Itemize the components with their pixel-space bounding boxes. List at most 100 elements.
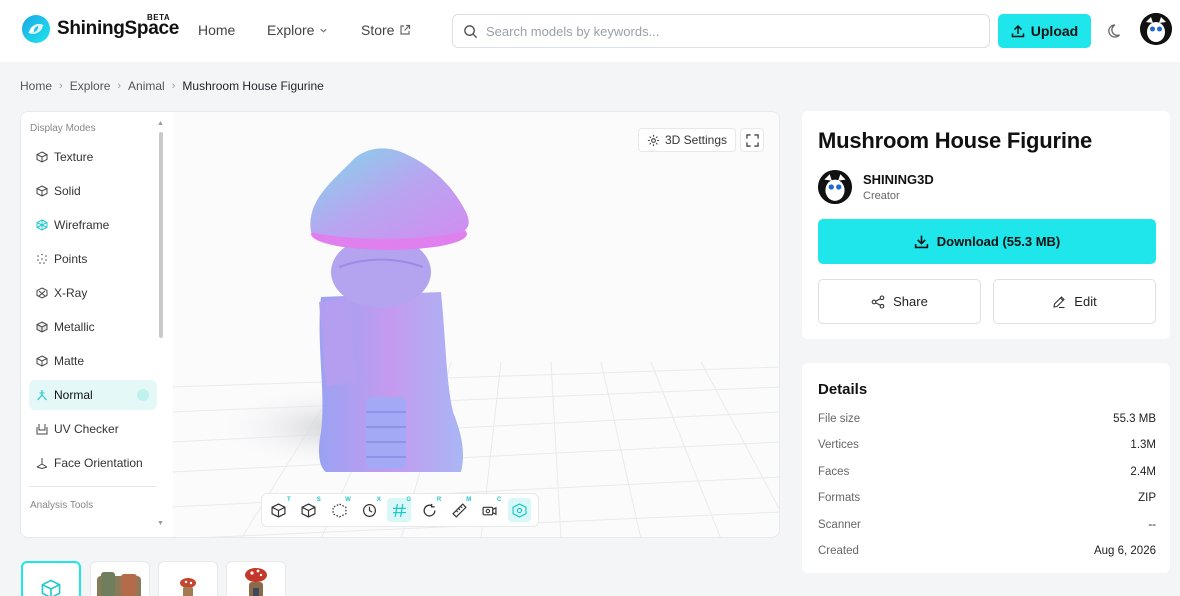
thumbnail-image-3[interactable] [158, 561, 218, 596]
modes-scrollbar[interactable] [159, 132, 163, 338]
detail-row-formats: Formats ZIP [818, 492, 1156, 504]
model-preview-icon [245, 568, 267, 596]
avatar-image-icon [818, 170, 852, 204]
creator-avatar[interactable] [818, 170, 852, 204]
uv-checker-icon [36, 424, 48, 435]
tool-settings[interactable] [507, 498, 532, 522]
points-icon [37, 253, 47, 264]
tool-camera[interactable]: C [478, 497, 501, 522]
mode-matte-label: Matte [54, 354, 85, 368]
scroll-up-icon[interactable]: ▲ [157, 120, 164, 127]
fullscreen-button[interactable] [740, 128, 764, 152]
mode-solid[interactable]: Solid [29, 176, 157, 206]
matte-icon [36, 355, 48, 367]
cube-icon [41, 579, 61, 596]
fullscreen-icon [745, 133, 759, 147]
tool-xray[interactable]: X [357, 497, 381, 522]
beta-badge: BETA [147, 13, 171, 22]
mode-uv-checker[interactable]: UV Checker [29, 414, 157, 444]
settings-cube-icon [512, 502, 527, 518]
camera-icon [482, 506, 497, 515]
nav-explore-label: Explore [267, 22, 315, 38]
clock-icon [362, 503, 376, 517]
3d-settings-label: 3D Settings [665, 133, 728, 147]
search-box[interactable] [452, 14, 990, 48]
thumbnail-image-4[interactable] [226, 561, 286, 596]
detail-value: -- [1148, 519, 1156, 531]
mode-xray[interactable]: X-Ray [29, 278, 157, 308]
edit-button[interactable]: Edit [993, 279, 1156, 324]
detail-value: Aug 6, 2026 [1093, 545, 1156, 557]
chevron-right-icon: › [117, 80, 122, 92]
tool-solid[interactable]: S [297, 497, 321, 522]
detail-row-scanner: Scanner -- [818, 519, 1156, 531]
tool-rotate[interactable]: R [418, 497, 441, 522]
shortcut-key: S [316, 497, 321, 503]
nav-explore[interactable]: Explore [267, 22, 328, 38]
search-input[interactable] [486, 23, 966, 39]
wireframe-icon [36, 219, 48, 231]
thumbnail-3d-view[interactable] [21, 561, 81, 596]
breadcrumb: Home › Explore › Animal › Mushroom House… [20, 79, 324, 93]
mode-matte[interactable]: Matte [29, 346, 157, 376]
nav-store[interactable]: Store [361, 22, 411, 38]
shortcut-key: X [376, 497, 381, 503]
detail-key: Faces [818, 466, 850, 478]
breadcrumb-explore[interactable]: Explore [70, 79, 111, 93]
tool-measure[interactable]: M [448, 497, 472, 522]
cube-solid-icon [36, 185, 48, 197]
nav-home[interactable]: Home [198, 22, 235, 38]
user-avatar[interactable] [1140, 13, 1172, 45]
gear-icon [647, 134, 660, 146]
3d-settings-button[interactable]: 3D Settings [638, 128, 737, 152]
brand-mark-icon [22, 15, 50, 43]
detail-row-file-size: File size 55.3 MB [818, 413, 1156, 425]
brand-logo[interactable]: ShiningSpace BETA [21, 13, 179, 44]
thumbnail-image-2[interactable] [90, 561, 150, 596]
detail-key: Formats [818, 492, 861, 504]
model-preview-icon [180, 578, 196, 596]
analysis-tools-title: Analysis Tools [30, 500, 94, 511]
details-title: Details [818, 381, 868, 398]
tool-grid[interactable]: G [387, 497, 412, 522]
xray-icon [36, 287, 48, 299]
mode-face-orientation[interactable]: Face Orientation [29, 448, 157, 478]
detail-value: 55.3 MB [1113, 413, 1156, 425]
chevron-down-icon [320, 28, 328, 33]
model-info-card: Mushroom House Figurine SHINING3D Creato… [802, 111, 1170, 339]
chevron-right-icon: › [59, 80, 63, 92]
detail-key: Vertices [818, 439, 859, 451]
share-button[interactable]: Share [818, 279, 981, 324]
creator-name[interactable]: SHINING3D [863, 172, 934, 187]
shortcut-key: G [406, 497, 412, 503]
mode-texture[interactable]: Texture [29, 142, 157, 172]
shortcut-key: W [345, 497, 351, 503]
breadcrumb-animal[interactable]: Animal [128, 79, 165, 93]
tool-texture[interactable]: T [267, 497, 291, 522]
cube-icon [271, 502, 286, 518]
chevron-right-icon: › [171, 80, 176, 92]
mode-normal[interactable]: Normal [29, 380, 157, 410]
mode-face-orientation-label: Face Orientation [54, 456, 143, 470]
mode-metallic[interactable]: Metallic [29, 312, 157, 342]
mode-wireframe[interactable]: Wireframe [29, 210, 157, 240]
mode-points[interactable]: Points [29, 244, 157, 274]
dotted-cube-icon [331, 502, 347, 518]
model-viewer[interactable]: Display Modes Texture Solid Wireframe Po… [20, 111, 780, 538]
display-modes-title: Display Modes [30, 123, 96, 134]
mode-metallic-label: Metallic [54, 320, 95, 334]
moon-icon[interactable] [1107, 22, 1125, 40]
tool-wireframe[interactable]: W [327, 497, 351, 522]
face-orientation-icon [36, 458, 48, 469]
share-icon [871, 294, 885, 309]
detail-key: Created [818, 545, 859, 557]
scroll-down-icon[interactable]: ▼ [157, 520, 164, 527]
shortcut-key: M [466, 497, 472, 503]
breadcrumb-home[interactable]: Home [20, 79, 52, 93]
mode-points-label: Points [54, 252, 88, 266]
top-header: ShiningSpace BETA Home Explore Store Upl… [0, 0, 1180, 62]
pencil-icon [1053, 295, 1066, 308]
divider [29, 486, 157, 487]
upload-button[interactable]: Upload [998, 14, 1091, 48]
download-button[interactable]: Download (55.3 MB) [818, 219, 1156, 264]
